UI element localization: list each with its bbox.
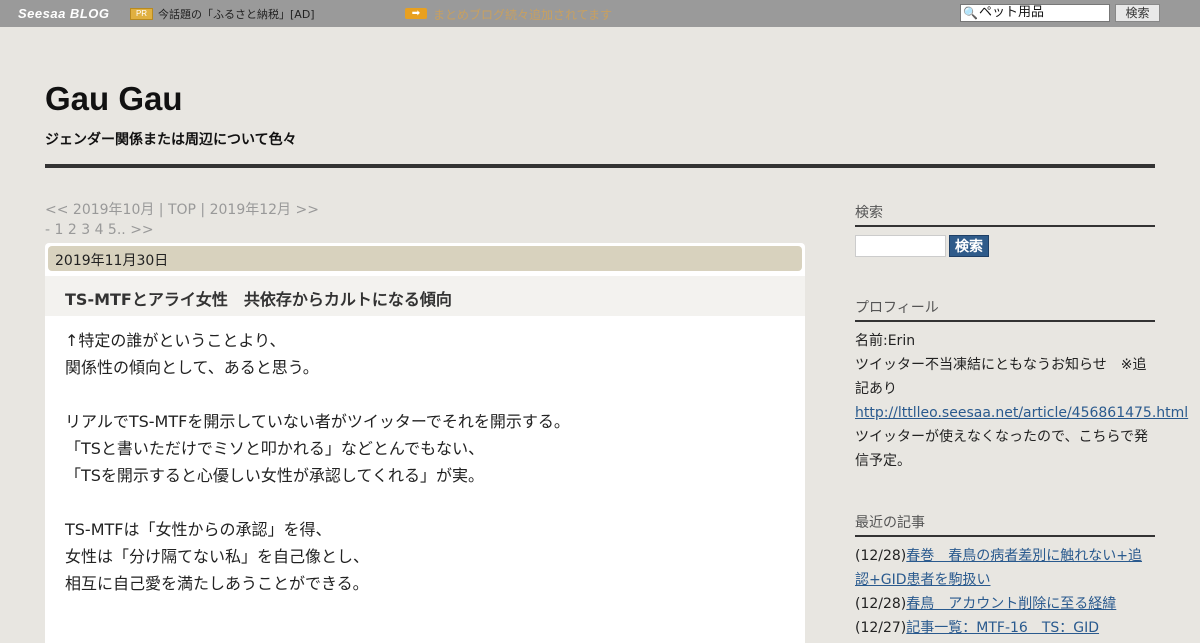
top-search-value: ペット用品	[979, 5, 1045, 20]
profile-note: ツイッターが使えなくなったので、こちらで発信予定。	[855, 429, 1149, 469]
header-divider	[45, 164, 1155, 168]
post-line	[65, 489, 570, 516]
top-search-input[interactable]: 🔍 ペット用品	[960, 4, 1110, 22]
recent-post-item: (12/27)記事一覧：MTF-16 TS：GID	[855, 616, 1155, 640]
post-line: 女性は「分け隔てない私」を自己像とし、	[65, 547, 370, 566]
profile-notice: ツイッター不当凍結にともなうお知らせ ※追記あり	[855, 357, 1147, 397]
post-title[interactable]: TS-MTFとアライ女性 共依存からカルトになる傾向	[65, 286, 452, 310]
recent-post-item: (12/28)春鳥 アカウント削除に至る経緯	[855, 592, 1155, 616]
post-line: TS-MTFは「女性からの承認」を得、	[65, 520, 332, 539]
post-title-bar: TS-MTFとアライ女性 共依存からカルトになる傾向	[45, 276, 805, 316]
post-line: 「TSを開示すると心優しい女性が承認してくれる」が実。	[65, 466, 484, 485]
sidebar-recent-heading: 最近の記事	[855, 512, 1155, 537]
search-icon: 🔍	[963, 6, 978, 20]
month-navigation[interactable]: << 2019年10月 | TOP | 2019年12月 >>	[45, 199, 319, 219]
recent-post-date: (12/28)	[855, 548, 907, 564]
blog-post: 2019年11月30日 TS-MTFとアライ女性 共依存からカルトになる傾向 ↑…	[45, 243, 805, 643]
blog-title[interactable]: Gau Gau	[45, 80, 183, 118]
sidebar-search-heading: 検索	[855, 202, 1155, 227]
page-navigation[interactable]: - 1 2 3 4 5.. >>	[45, 222, 154, 238]
profile-name: 名前:Erin	[855, 333, 916, 349]
recent-post-date: (12/27)	[855, 620, 907, 636]
recent-post-link[interactable]: 記事一覧：MTF-16 TS：GID	[906, 620, 1099, 636]
recent-posts-list: (12/28)春巻 春鳥の病者差別に触れない+追認+GID患者を駒扱い (12/…	[855, 544, 1155, 640]
recent-post-date: (12/28)	[855, 596, 907, 612]
post-line: ↑特定の誰がということより、	[65, 331, 286, 350]
top-search-button[interactable]: 検索	[1115, 4, 1160, 22]
recent-post-link[interactable]: 春鳥 アカウント削除に至る経緯	[906, 596, 1116, 612]
recent-post-item: (12/28)春巻 春鳥の病者差別に触れない+追認+GID患者を駒扱い	[855, 544, 1155, 592]
profile-content: 名前:Erin ツイッター不当凍結にともなうお知らせ ※追記あり http://…	[855, 329, 1188, 473]
blog-subtitle: ジェンダー関係または周辺について色々	[45, 132, 297, 148]
matome-link[interactable]: まとめブログ続々追加されてます	[433, 6, 612, 23]
seesaa-blog-logo[interactable]: Seesaa BLOG	[18, 6, 110, 21]
pr-ad-link[interactable]: 今話題の「ふるさと納税」[AD]	[158, 6, 315, 22]
post-line: リアルでTS-MTFを開示していない者がツイッターでそれを開示する。	[65, 412, 570, 431]
post-line: 相互に自己愛を満たしあうことができる。	[65, 574, 369, 593]
sidebar-profile-heading: プロフィール	[855, 297, 1155, 322]
post-line: 「TSと書いただけでミソと叩かれる」などとんでもない、	[65, 439, 485, 458]
pr-badge: PR	[130, 8, 153, 20]
post-line: 関係性の傾向として、あると思う。	[65, 358, 319, 377]
post-line	[65, 381, 570, 408]
sidebar-search-button[interactable]: 検索	[949, 235, 989, 257]
post-body: ↑特定の誰がということより、 関係性の傾向として、あると思う。 リアルでTS-M…	[65, 327, 570, 597]
sidebar-search-input[interactable]	[855, 235, 946, 257]
arrow-right-icon: ➡	[405, 8, 427, 19]
seesaa-topbar: Seesaa BLOG PR 今話題の「ふるさと納税」[AD] ➡ まとめブログ…	[0, 0, 1200, 27]
profile-link[interactable]: http://lttlleo.seesaa.net/article/456861…	[855, 405, 1188, 421]
post-date: 2019年11月30日	[48, 246, 802, 271]
